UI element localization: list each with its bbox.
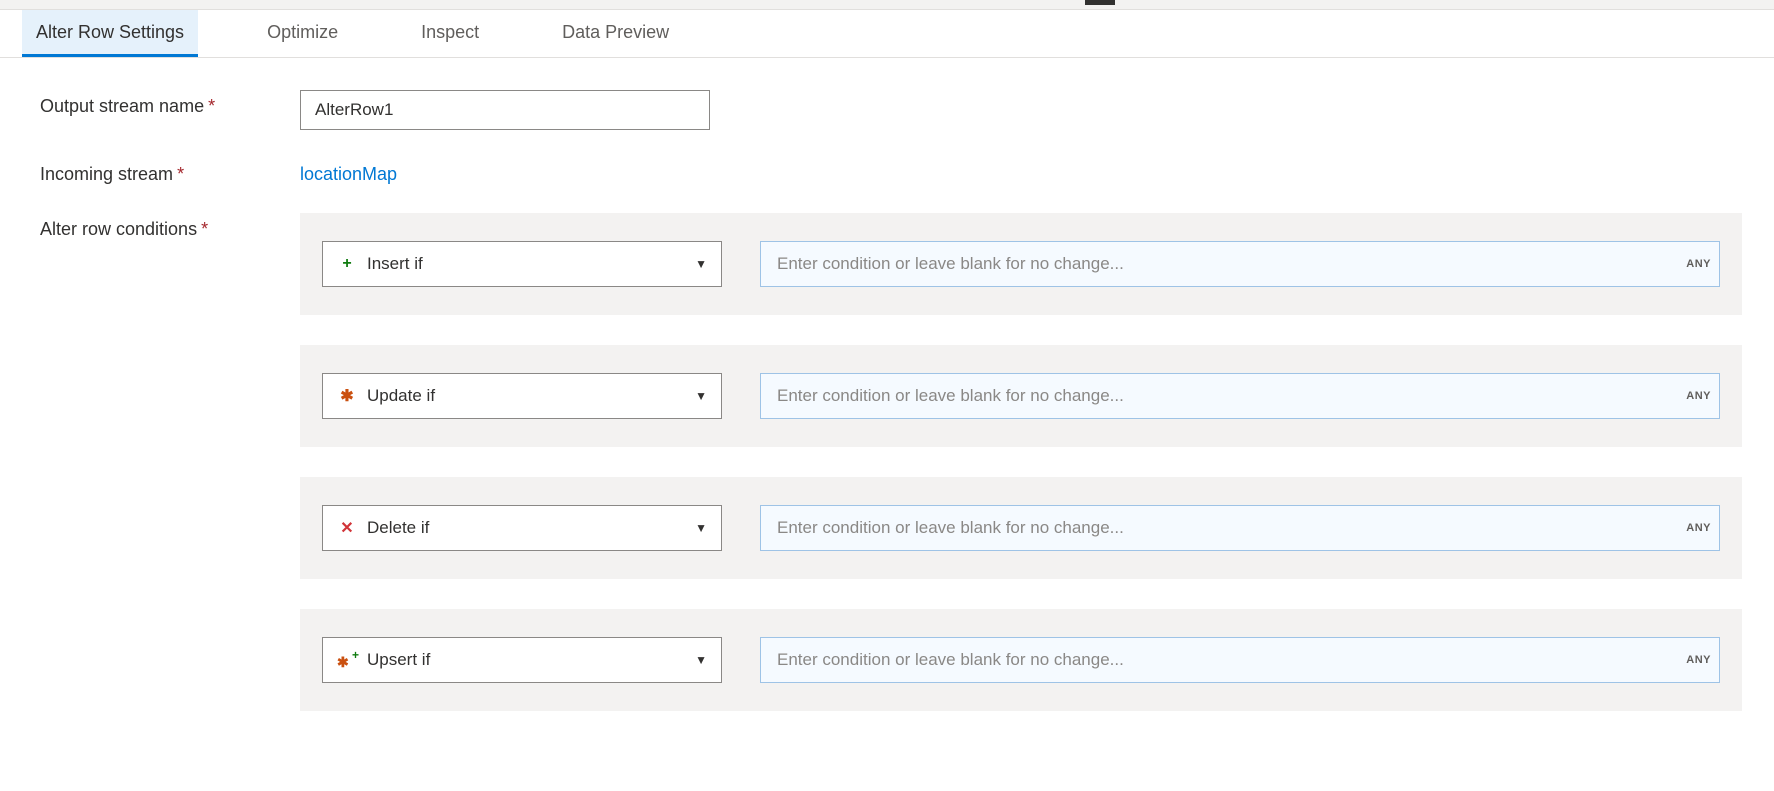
condition-expression-field[interactable]: ANY xyxy=(760,373,1720,419)
incoming-stream-link[interactable]: locationMap xyxy=(300,158,397,185)
tab-content: Output stream name* Incoming stream* loc… xyxy=(0,58,1774,741)
chevron-down-icon: ▼ xyxy=(695,653,707,667)
condition-type-select[interactable]: ✱+ Upsert if ▼ xyxy=(322,637,722,683)
condition-update: ✱ Update if ▼ ANY xyxy=(300,345,1742,447)
resize-grip[interactable] xyxy=(1085,0,1115,5)
tab-data-preview[interactable]: Data Preview xyxy=(548,10,683,57)
condition-expression-input[interactable] xyxy=(777,518,1678,538)
tab-alter-row-settings[interactable]: Alter Row Settings xyxy=(22,10,198,57)
conditions-list: + Insert if ▼ ANY ✱ Update if ▼ ANY xyxy=(300,213,1742,741)
condition-delete: ✕ Delete if ▼ ANY xyxy=(300,477,1742,579)
required-indicator: * xyxy=(201,219,208,239)
condition-expression-field[interactable]: ANY xyxy=(760,505,1720,551)
label-text: Alter row conditions xyxy=(40,219,197,239)
any-badge: ANY xyxy=(1678,654,1711,666)
condition-type-select[interactable]: ✱ Update if ▼ xyxy=(322,373,722,419)
condition-expression-input[interactable] xyxy=(777,254,1678,274)
label-text: Incoming stream xyxy=(40,164,173,184)
chevron-down-icon: ▼ xyxy=(695,389,707,403)
conditions-label: Alter row conditions* xyxy=(40,213,300,240)
condition-type-label: Insert if xyxy=(367,254,695,274)
tab-optimize[interactable]: Optimize xyxy=(253,10,352,57)
conditions-row: Alter row conditions* + Insert if ▼ ANY … xyxy=(40,213,1742,741)
any-badge: ANY xyxy=(1678,390,1711,402)
condition-upsert: ✱+ Upsert if ▼ ANY xyxy=(300,609,1742,711)
chevron-down-icon: ▼ xyxy=(695,257,707,271)
condition-expression-input[interactable] xyxy=(777,386,1678,406)
condition-type-label: Delete if xyxy=(367,518,695,538)
any-badge: ANY xyxy=(1678,258,1711,270)
chevron-down-icon: ▼ xyxy=(695,521,707,535)
condition-expression-field[interactable]: ANY xyxy=(760,637,1720,683)
required-indicator: * xyxy=(177,164,184,184)
panel-top-bar xyxy=(0,0,1774,10)
condition-expression-input[interactable] xyxy=(777,650,1678,670)
condition-type-label: Update if xyxy=(367,386,695,406)
plus-icon: + xyxy=(337,255,357,273)
label-text: Output stream name xyxy=(40,96,204,116)
output-stream-row: Output stream name* xyxy=(40,90,1742,130)
asterisk-icon: ✱ xyxy=(337,386,357,406)
output-stream-input[interactable] xyxy=(300,90,710,130)
condition-expression-field[interactable]: ANY xyxy=(760,241,1720,287)
incoming-stream-label: Incoming stream* xyxy=(40,158,300,185)
condition-type-select[interactable]: ✕ Delete if ▼ xyxy=(322,505,722,551)
condition-type-label: Upsert if xyxy=(367,650,695,670)
tab-inspect[interactable]: Inspect xyxy=(407,10,493,57)
incoming-stream-row: Incoming stream* locationMap xyxy=(40,158,1742,185)
any-badge: ANY xyxy=(1678,522,1711,534)
condition-type-select[interactable]: + Insert if ▼ xyxy=(322,241,722,287)
tabs-container: Alter Row Settings Optimize Inspect Data… xyxy=(0,10,1774,58)
output-stream-label: Output stream name* xyxy=(40,90,300,117)
condition-insert: + Insert if ▼ ANY xyxy=(300,213,1742,315)
required-indicator: * xyxy=(208,96,215,116)
x-icon: ✕ xyxy=(337,518,357,538)
upsert-icon: ✱+ xyxy=(337,652,357,668)
